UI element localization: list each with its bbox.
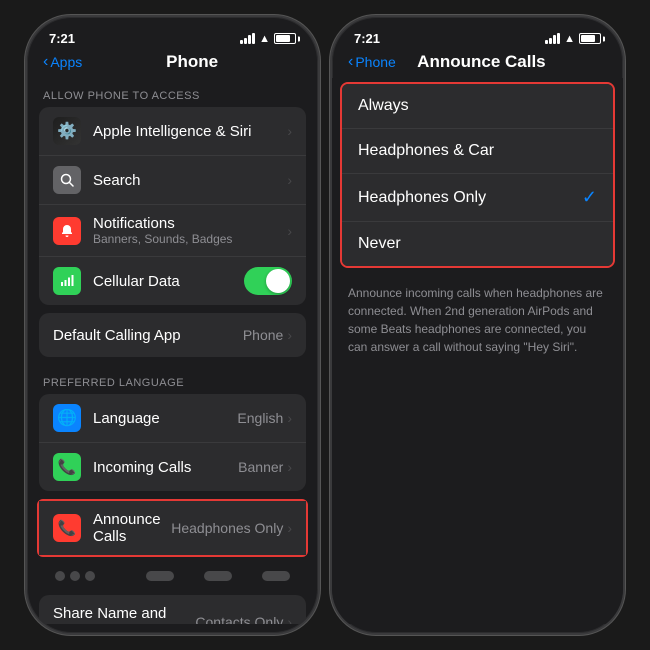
- incoming-calls-icon: 📞: [53, 453, 81, 481]
- siri-chevron: ›: [287, 123, 292, 139]
- option-headphones-car[interactable]: Headphones & Car: [342, 129, 613, 174]
- siri-title: Apple Intelligence & Siri: [93, 123, 287, 140]
- right-back-button[interactable]: ‹ Phone: [348, 53, 396, 71]
- language-icon: 🌐: [53, 404, 81, 432]
- default-calling-title: Default Calling App: [53, 327, 243, 344]
- search-icon: [53, 166, 81, 194]
- left-nav: ‹ Apps Phone: [27, 50, 318, 78]
- right-nav-title: Announce Calls: [396, 52, 567, 72]
- announce-calls-icon: 📞: [53, 514, 81, 542]
- right-nav: ‹ Phone Announce Calls: [332, 50, 623, 78]
- list-item-language[interactable]: 🌐 Language English ›: [39, 394, 306, 443]
- left-status-bar: 7:21 ▲: [27, 17, 318, 50]
- left-screen-content: ALLOW PHONE TO ACCESS ⚙️ Apple Intellige…: [27, 78, 318, 624]
- dot-6: [262, 571, 290, 581]
- right-screen-content: Always Headphones & Car Headphones Only …: [332, 78, 623, 624]
- language-chevron: ›: [287, 410, 292, 426]
- default-calling-chevron: ›: [287, 327, 292, 343]
- option-headphones-only-text: Headphones Only: [358, 189, 582, 207]
- selected-checkmark-icon: ✓: [582, 187, 597, 208]
- incoming-calls-title: Incoming Calls: [93, 459, 238, 476]
- right-time: 7:21: [354, 31, 380, 46]
- incoming-calls-chevron: ›: [287, 459, 292, 475]
- left-time: 7:21: [49, 31, 75, 46]
- list-item-siri[interactable]: ⚙️ Apple Intelligence & Siri ›: [39, 107, 306, 156]
- cellular-toggle[interactable]: [244, 267, 292, 295]
- share-title: Share Name and Photo: [53, 605, 195, 624]
- preferred-language-label: PREFERRED LANGUAGE: [27, 365, 318, 394]
- notif-chevron: ›: [287, 223, 292, 239]
- cellular-icon: [53, 267, 81, 295]
- share-name-photo-row[interactable]: Share Name and Photo Contacts Only ›: [39, 595, 306, 624]
- right-phone: 7:21 ▲ ‹ Phone Announce Calls Always: [330, 15, 625, 635]
- right-status-bar: 7:21 ▲: [332, 17, 623, 50]
- dot-5: [204, 571, 232, 581]
- left-back-label: Apps: [50, 54, 82, 70]
- option-always-text: Always: [358, 97, 597, 115]
- option-never-text: Never: [358, 235, 597, 253]
- option-always[interactable]: Always: [342, 84, 613, 129]
- announce-calls-value: Headphones Only: [171, 520, 283, 536]
- option-headphones-car-text: Headphones & Car: [358, 142, 597, 160]
- signal-icon: [240, 33, 255, 44]
- dot-2: [70, 571, 80, 581]
- search-chevron: ›: [287, 172, 292, 188]
- announce-description: Announce incoming calls when headphones …: [332, 272, 623, 368]
- notif-title: Notifications: [93, 215, 287, 232]
- announce-calls-highlighted-row: 📞 Announce Calls Headphones Only ›: [37, 499, 308, 557]
- right-battery-icon: [579, 33, 601, 44]
- right-back-chevron-icon: ‹: [348, 53, 353, 71]
- list-item-cellular[interactable]: Cellular Data: [39, 257, 306, 305]
- default-calling-row[interactable]: Default Calling App Phone ›: [39, 313, 306, 357]
- default-calling-value: Phone: [243, 327, 283, 343]
- incoming-calls-value: Banner: [238, 459, 283, 475]
- right-wifi-icon: ▲: [564, 33, 575, 45]
- share-chevron: ›: [287, 614, 292, 624]
- option-never[interactable]: Never: [342, 222, 613, 266]
- notif-icon: [53, 217, 81, 245]
- allow-access-label: ALLOW PHONE TO ACCESS: [27, 78, 318, 107]
- left-nav-title: Phone: [82, 52, 302, 72]
- dots-row: [39, 561, 306, 591]
- wifi-icon: ▲: [259, 33, 270, 45]
- list-item-notifications[interactable]: Notifications Banners, Sounds, Badges ›: [39, 205, 306, 257]
- right-signal-icon: [545, 33, 560, 44]
- dot-1: [55, 571, 65, 581]
- preferred-language-group: 🌐 Language English › 📞 Incoming Calls Ba…: [39, 394, 306, 491]
- cellular-title: Cellular Data: [93, 273, 244, 290]
- dot-3: [85, 571, 95, 581]
- list-item-announce-calls[interactable]: 📞 Announce Calls Headphones Only ›: [39, 501, 306, 555]
- left-status-icons: ▲: [240, 33, 296, 45]
- list-item-search[interactable]: Search ›: [39, 156, 306, 205]
- share-value: Contacts Only: [195, 614, 283, 624]
- left-phone: 7:21 ▲ ‹ Apps Phone ALLOW PHONE TO ACCES…: [25, 15, 320, 635]
- language-title: Language: [93, 410, 237, 427]
- option-headphones-only[interactable]: Headphones Only ✓: [342, 174, 613, 222]
- search-title: Search: [93, 172, 287, 189]
- announce-calls-title: Announce Calls: [93, 511, 171, 545]
- battery-icon: [274, 33, 296, 44]
- left-back-button[interactable]: ‹ Apps: [43, 53, 82, 71]
- right-back-label: Phone: [355, 54, 395, 70]
- back-chevron-icon: ‹: [43, 53, 48, 71]
- list-item-incoming-calls[interactable]: 📞 Incoming Calls Banner ›: [39, 443, 306, 491]
- dot-4: [146, 571, 174, 581]
- announce-calls-chevron: ›: [287, 520, 292, 536]
- right-status-icons: ▲: [545, 33, 601, 45]
- notif-subtitle: Banners, Sounds, Badges: [93, 232, 287, 246]
- siri-icon: ⚙️: [53, 117, 81, 145]
- announce-options-highlighted: Always Headphones & Car Headphones Only …: [340, 82, 615, 268]
- allow-access-group: ⚙️ Apple Intelligence & Siri › Search ›: [39, 107, 306, 305]
- language-value: English: [237, 410, 283, 426]
